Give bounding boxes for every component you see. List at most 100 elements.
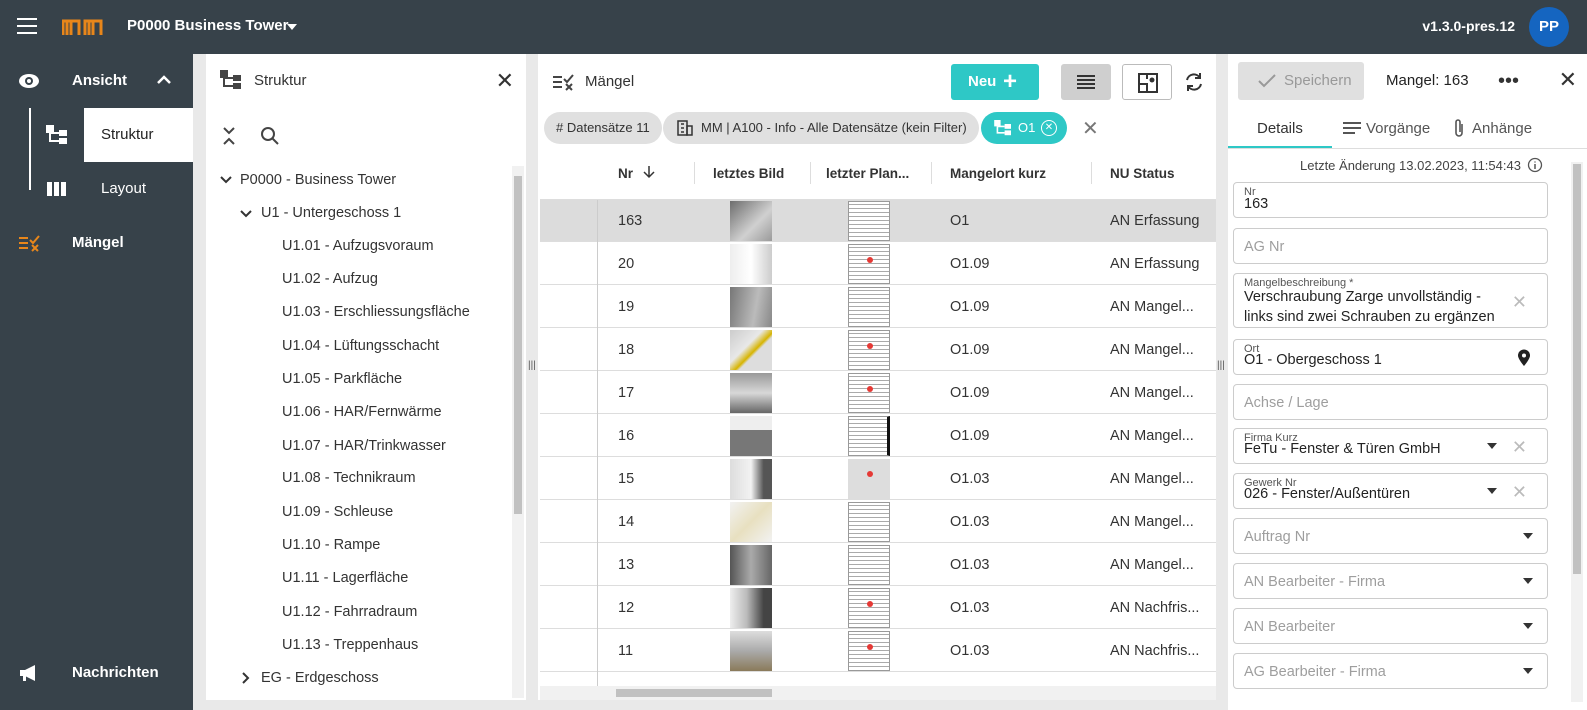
- trade-field[interactable]: Gewerk Nr 026 - Fenster/Außentüren ✕: [1233, 473, 1548, 509]
- tab-details[interactable]: Details: [1257, 120, 1303, 137]
- tree-item[interactable]: U1.01 - Aufzugsvoraum: [282, 238, 434, 254]
- tree-item[interactable]: U1.13 - Treppenhaus: [282, 637, 418, 653]
- table-row[interactable]: 14 O1.03 AN Mangel...: [540, 501, 1216, 543]
- defect-photo[interactable]: [730, 502, 772, 542]
- defect-photo[interactable]: [730, 244, 772, 284]
- tab-anhaenge[interactable]: Anhänge: [1472, 120, 1532, 137]
- col-location[interactable]: Mangelort kurz: [950, 166, 1046, 181]
- tree-item[interactable]: U1.08 - Technikraum: [282, 470, 416, 486]
- chevron-up-icon[interactable]: [157, 74, 171, 84]
- avatar[interactable]: PP: [1529, 7, 1569, 47]
- refresh-icon[interactable]: [1184, 72, 1204, 92]
- defect-photo[interactable]: [730, 373, 772, 413]
- defect-photo[interactable]: [730, 588, 772, 628]
- collapse-all-icon[interactable]: [222, 126, 236, 146]
- chevron-down-icon[interactable]: [220, 174, 232, 186]
- plan-thumbnail[interactable]: [848, 416, 890, 456]
- menu-icon[interactable]: [17, 18, 37, 34]
- company-field[interactable]: Firma Kurz FeTu - Fenster & Türen GmbH ✕: [1233, 428, 1548, 464]
- clear-icon[interactable]: ✕: [1512, 437, 1527, 458]
- nav-struktur[interactable]: Struktur: [84, 108, 193, 162]
- defect-photo[interactable]: [730, 545, 772, 585]
- plan-thumbnail[interactable]: [848, 201, 890, 241]
- defect-photo[interactable]: [730, 459, 772, 499]
- structure-scrollbar[interactable]: [512, 166, 524, 698]
- tree-item[interactable]: U1.06 - HAR/Fernwärme: [282, 404, 442, 420]
- tree-item[interactable]: U1.09 - Schleuse: [282, 504, 393, 520]
- tree-root[interactable]: P0000 - Business Tower: [240, 172, 396, 188]
- tree-item[interactable]: U1.03 - Erschliessungsfläche: [282, 304, 470, 320]
- save-button[interactable]: Speichern: [1238, 62, 1364, 100]
- tree-item[interactable]: U1.11 - Lagerfläche: [282, 570, 408, 586]
- description-field[interactable]: Mangelbeschreibung * Verschraubung Zarge…: [1233, 273, 1548, 328]
- chevron-down-icon[interactable]: [1523, 668, 1533, 674]
- nav-maengel[interactable]: Mängel: [0, 216, 193, 270]
- sort-down-icon[interactable]: [643, 165, 655, 179]
- chevron-down-icon[interactable]: [1487, 488, 1497, 494]
- location-field[interactable]: Ort O1 - Obergeschoss 1: [1233, 339, 1548, 375]
- plan-thumbnail[interactable]: [848, 244, 890, 284]
- plan-thumbnail[interactable]: [848, 545, 890, 585]
- nr-field[interactable]: Nr 163: [1233, 182, 1548, 218]
- clear-filters-icon[interactable]: ✕: [1082, 116, 1099, 141]
- project-selector[interactable]: P0000 Business Tower: [127, 17, 288, 34]
- ag-company-field[interactable]: AG Bearbeiter - Firma: [1233, 653, 1548, 689]
- splitter-handle[interactable]: |||: [528, 360, 536, 371]
- defect-photo[interactable]: [730, 287, 772, 327]
- records-count-chip[interactable]: # Datensätze 11: [544, 112, 662, 144]
- tab-vorgaenge[interactable]: Vorgänge: [1366, 120, 1430, 137]
- col-last-image[interactable]: letztes Bild: [713, 166, 784, 181]
- tree-item[interactable]: U1.12 - Fahrradraum: [282, 604, 417, 620]
- tree-level1-eg[interactable]: EG - Erdgeschoss: [261, 670, 379, 686]
- location-chip[interactable]: O1 ✕: [981, 112, 1067, 144]
- plan-thumbnail[interactable]: [848, 631, 890, 671]
- chevron-down-icon[interactable]: [1487, 443, 1497, 449]
- plan-thumbnail[interactable]: [848, 459, 890, 499]
- col-status[interactable]: NU Status: [1110, 166, 1175, 181]
- table-row[interactable]: 20 O1.09 AN Erfassung: [540, 243, 1216, 285]
- table-row[interactable]: 17 O1.09 AN Mangel...: [540, 372, 1216, 414]
- table-row[interactable]: 13 O1.03 AN Mangel...: [540, 544, 1216, 586]
- chip-remove-icon[interactable]: ✕: [1041, 120, 1057, 136]
- table-row[interactable]: 19 O1.09 AN Mangel...: [540, 286, 1216, 328]
- list-view-button[interactable]: [1061, 64, 1111, 100]
- clear-icon[interactable]: ✕: [1512, 292, 1527, 313]
- axis-field[interactable]: Achse / Lage: [1233, 384, 1548, 420]
- chevron-down-icon[interactable]: [1523, 578, 1533, 584]
- plan-view-button[interactable]: [1122, 64, 1172, 100]
- defect-photo[interactable]: [730, 330, 772, 370]
- clear-icon[interactable]: ✕: [1512, 482, 1527, 503]
- info-icon[interactable]: [1527, 157, 1543, 173]
- nav-ansicht[interactable]: Ansicht: [0, 54, 193, 108]
- new-button[interactable]: Neu +: [951, 64, 1039, 100]
- ag-nr-field[interactable]: AG Nr: [1233, 228, 1548, 264]
- plan-thumbnail[interactable]: [848, 330, 890, 370]
- defect-photo[interactable]: [730, 631, 772, 671]
- col-nr[interactable]: Nr: [618, 166, 633, 181]
- plan-thumbnail[interactable]: [848, 287, 890, 327]
- close-icon[interactable]: ✕: [496, 70, 514, 92]
- an-editor-field[interactable]: AN Bearbeiter: [1233, 608, 1548, 644]
- search-icon[interactable]: [260, 126, 280, 146]
- plan-thumbnail[interactable]: [848, 588, 890, 628]
- chevron-down-icon[interactable]: [1523, 533, 1533, 539]
- nav-layout[interactable]: Layout: [0, 162, 193, 216]
- order-field[interactable]: Auftrag Nr: [1233, 518, 1548, 554]
- chevron-right-icon[interactable]: [240, 672, 252, 684]
- col-last-plan[interactable]: letzter Plan...: [826, 166, 909, 181]
- tree-item[interactable]: U1.02 - Aufzug: [282, 271, 378, 287]
- tree-item[interactable]: U1.10 - Rampe: [282, 537, 380, 553]
- more-horizontal-icon[interactable]: •••: [1498, 70, 1519, 93]
- table-row[interactable]: 16 O1.09 AN Mangel...: [540, 415, 1216, 457]
- plan-thumbnail[interactable]: [848, 373, 890, 413]
- defect-photo[interactable]: [730, 416, 772, 456]
- chevron-down-icon[interactable]: [1523, 623, 1533, 629]
- splitter-handle[interactable]: |||: [1217, 360, 1225, 371]
- tree-item[interactable]: U1.07 - HAR/Trinkwasser: [282, 438, 446, 454]
- table-row[interactable]: 163 O1 AN Erfassung: [540, 200, 1216, 242]
- table-row[interactable]: 11 O1.03 AN Nachfris...: [540, 630, 1216, 672]
- tree-item[interactable]: U1.04 - Lüftungsschacht: [282, 338, 439, 354]
- chevron-down-icon[interactable]: [240, 208, 252, 220]
- table-row[interactable]: 18 O1.09 AN Mangel...: [540, 329, 1216, 371]
- close-icon[interactable]: ✕: [1559, 69, 1577, 91]
